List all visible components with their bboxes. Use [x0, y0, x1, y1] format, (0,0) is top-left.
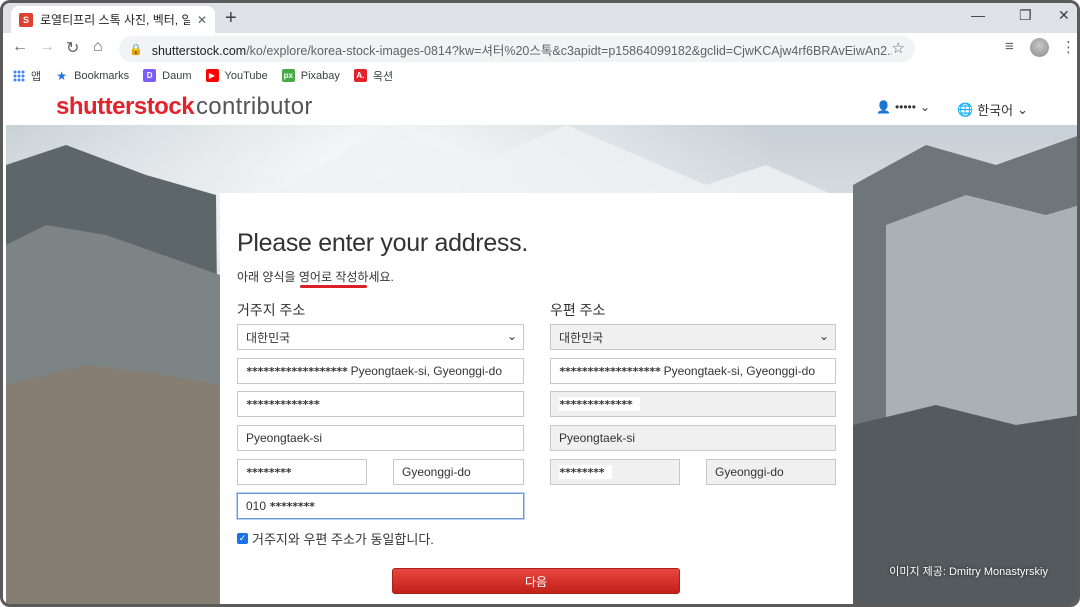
browser-window: S 로열티프리 스톡 사진, 벡터, 일러 ✕ + — ❐ ✕ ← → ↻ ⌂ …: [0, 0, 1080, 607]
postal-address-heading: 우편 주소: [550, 302, 606, 318]
postal-address2-input[interactable]: *************: [550, 391, 836, 417]
back-arrow-icon[interactable]: ←: [12, 38, 28, 56]
next-button[interactable]: 다음: [392, 568, 680, 594]
chevron-down-icon: ⌄: [1017, 101, 1028, 117]
residence-postcode-input[interactable]: ********: [237, 459, 367, 485]
user-icon: 👤: [876, 100, 891, 114]
apps-grid-icon: [13, 69, 25, 82]
close-window-icon[interactable]: ✕: [1058, 7, 1070, 24]
star-icon: ★: [56, 68, 67, 83]
shutterstock-favicon-icon: S: [19, 12, 33, 27]
postal-postcode-input[interactable]: ********: [550, 459, 680, 485]
bookmark-daum[interactable]: D Daum: [143, 69, 192, 82]
postal-city-input[interactable]: Pyeongtaek-si: [550, 425, 836, 451]
globe-icon: 🌐: [957, 101, 974, 117]
page-content: shutterstock contributor 👤 ••••• ⌄ 🌐 한국어…: [6, 88, 1077, 604]
same-address-label: 거주지와 우편 주소가 동일합니다.: [252, 532, 434, 547]
bookmark-bookmarks[interactable]: ★ Bookmarks: [55, 68, 129, 83]
site-header: shutterstock contributor 👤 ••••• ⌄ 🌐 한국어…: [6, 88, 1077, 125]
bookmark-apps[interactable]: 앱: [13, 68, 41, 84]
auction-icon: A.: [353, 69, 367, 82]
language-label: 한국어: [977, 103, 1014, 118]
profile-avatar[interactable]: [1030, 38, 1049, 57]
url-text: shutterstock.com/ko/explore/korea-stock-…: [151, 43, 892, 58]
new-tab-button[interactable]: +: [225, 7, 237, 30]
menu-kebab-icon[interactable]: ⋮: [1061, 38, 1076, 56]
residence-address1-input[interactable]: ****************** Pyeongtaek-si, Gyeong…: [237, 358, 524, 384]
maximize-icon[interactable]: ❐: [1019, 7, 1032, 24]
residence-state-input[interactable]: Gyeonggi-do: [393, 459, 524, 485]
form-instructions: 아래 양식을 영어로 작성하세요.: [237, 270, 394, 284]
close-tab-icon[interactable]: ✕: [197, 13, 207, 27]
tab-shutterstock[interactable]: S 로열티프리 스톡 사진, 벡터, 일러 ✕: [11, 6, 215, 33]
annotation-underline: [300, 285, 367, 288]
bookmark-auction[interactable]: A. 옥션: [353, 68, 393, 84]
home-icon[interactable]: ⌂: [93, 38, 103, 56]
minimize-icon[interactable]: —: [971, 7, 985, 23]
postal-address1-input[interactable]: ****************** Pyeongtaek-si, Gyeong…: [550, 358, 836, 384]
media-control-icon[interactable]: ≡: [1005, 38, 1014, 55]
language-menu[interactable]: 🌐 한국어 ⌄: [957, 100, 1028, 119]
residence-address-heading: 거주지 주소: [237, 302, 306, 318]
residence-city-input[interactable]: Pyeongtaek-si: [237, 425, 524, 451]
browser-toolbar: ← → ↻ ⌂ 🔒 shutterstock.com/ko/explore/ko…: [3, 33, 1077, 63]
tab-strip: S 로열티프리 스톡 사진, 벡터, 일러 ✕ + — ❐ ✕: [3, 3, 1077, 33]
address-form-card: Please enter your address. 아래 양식을 영어로 작성…: [220, 193, 853, 604]
user-name-masked: •••••: [894, 100, 916, 114]
residence-phone-input[interactable]: 010 ********: [237, 493, 524, 519]
daum-icon: D: [143, 69, 157, 82]
reload-icon[interactable]: ↻: [66, 38, 79, 58]
bookmarks-bar: 앱 ★ Bookmarks D Daum ▶ YouTube px Pixaba…: [3, 63, 1077, 88]
lock-icon[interactable]: 🔒: [129, 43, 143, 56]
postal-state-input[interactable]: Gyeonggi-do: [706, 459, 836, 485]
same-address-checkbox-row[interactable]: ✓ 거주지와 우편 주소가 동일합니다.: [237, 529, 434, 548]
bookmark-star-icon[interactable]: ☆: [892, 39, 905, 57]
address-bar[interactable]: 🔒 shutterstock.com/ko/explore/korea-stoc…: [119, 36, 915, 62]
chevron-down-icon: ⌄: [919, 100, 931, 114]
postal-country-select[interactable]: 대한민국 ⌄: [550, 324, 836, 350]
tab-title: 로열티프리 스톡 사진, 벡터, 일러: [40, 13, 190, 27]
residence-address2-input[interactable]: *************: [237, 391, 524, 417]
user-menu[interactable]: 👤 ••••• ⌄: [876, 100, 930, 114]
contributor-logo-text[interactable]: contributor: [196, 93, 313, 121]
shutterstock-logo[interactable]: shutterstock: [56, 93, 195, 121]
image-credit: 이미지 제공: Dmitry Monastyrskiy: [889, 566, 1048, 578]
youtube-icon: ▶: [205, 69, 219, 82]
page-title: Please enter your address.: [237, 229, 528, 257]
bookmark-pixabay[interactable]: px Pixabay: [281, 69, 340, 82]
forward-arrow-icon[interactable]: →: [39, 38, 55, 56]
bookmark-youtube[interactable]: ▶ YouTube: [205, 69, 268, 82]
pixabay-icon: px: [281, 69, 295, 82]
chevron-down-icon: ⌄: [818, 329, 829, 343]
chevron-down-icon: ⌄: [506, 329, 517, 343]
residence-country-select[interactable]: 대한민국 ⌄: [237, 324, 524, 350]
same-address-checkbox[interactable]: ✓: [237, 533, 248, 544]
